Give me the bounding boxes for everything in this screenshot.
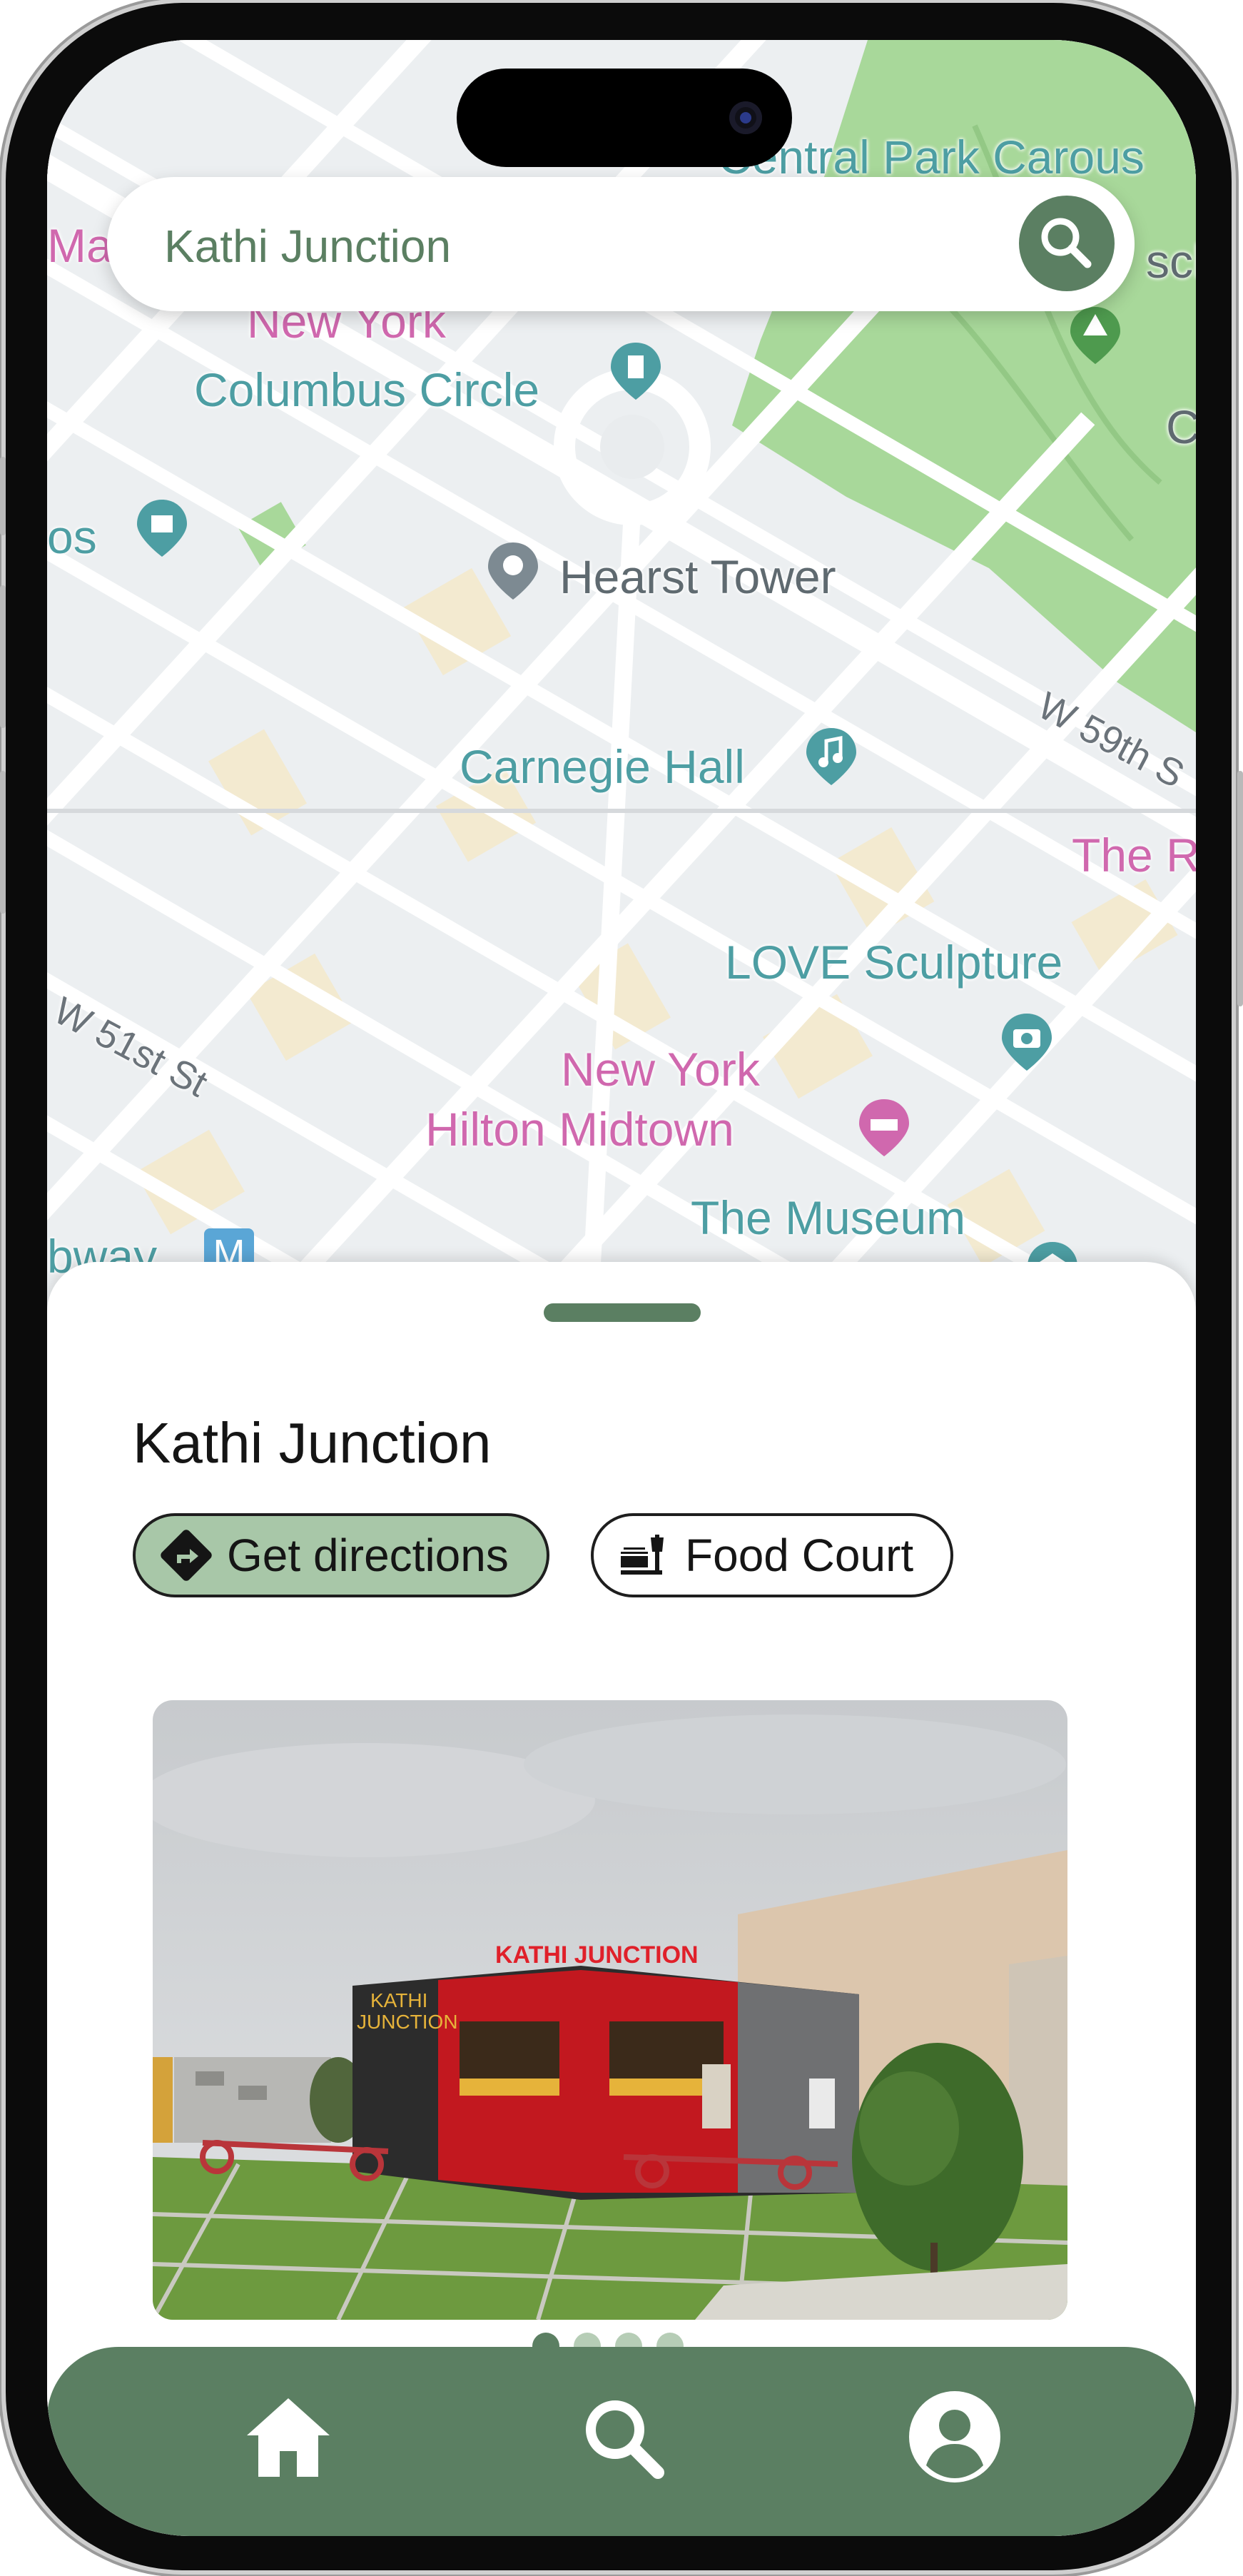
love-sculpture-camera-icon[interactable] (996, 1011, 1057, 1072)
hotel-bed-icon[interactable] (853, 1096, 915, 1158)
profile-icon[interactable] (906, 2388, 1003, 2485)
map-label-columbus-circle: Columbus Circle (194, 363, 540, 416)
dynamic-island (457, 69, 792, 167)
side-button (1237, 771, 1243, 1006)
place-title: Kathi Junction (133, 1411, 492, 1475)
food-court-chip[interactable]: Food Court (591, 1513, 953, 1597)
park-tree-icon[interactable] (1065, 304, 1126, 365)
carnegie-hall-music-icon[interactable] (801, 725, 862, 787)
search-icon (1041, 218, 1092, 268)
place-bottom-sheet[interactable]: Kathi Junction Get directions Food Court (47, 1262, 1196, 2536)
kathi-junction-photo: KATHI JUNCTION KATHI JUNCTION (153, 1700, 1067, 2320)
home-icon[interactable] (240, 2388, 337, 2485)
search-input[interactable]: Kathi Junction (164, 220, 451, 273)
attraction-poi-icon[interactable] (131, 497, 193, 558)
columbus-circle-poi-icon[interactable] (605, 340, 666, 401)
directions-icon (161, 1530, 212, 1581)
get-directions-button[interactable]: Get directions (133, 1513, 549, 1597)
side-button (0, 771, 6, 914)
map-label-c: C (1166, 400, 1196, 453)
food-court-icon (621, 1535, 664, 1575)
map-label-the-r: The R (1072, 829, 1196, 882)
map-label-sch: sch (1146, 235, 1196, 288)
side-button (0, 585, 6, 728)
map-label-os: os (47, 510, 97, 563)
food-court-label: Food Court (685, 1530, 914, 1581)
app-screen: M Central Park Carous Ma New York sch Co… (47, 40, 1196, 2536)
kiosk-top-sign: KATHI JUNCTION (495, 1941, 699, 1969)
map-label-hilton-1: New York (561, 1043, 760, 1096)
map-label-carnegie-hall: Carnegie Hall (460, 740, 745, 793)
place-photo[interactable]: KATHI JUNCTION KATHI JUNCTION (153, 1700, 1067, 2320)
side-button (0, 457, 6, 535)
search-bar[interactable]: Kathi Junction (107, 177, 1135, 311)
bottom-navigation (47, 2347, 1196, 2536)
map-label-hilton-2: Hilton Midtown (425, 1103, 734, 1156)
map-label-hearst-tower: Hearst Tower (559, 550, 836, 603)
map-label-museum: The Museum (691, 1191, 966, 1244)
camera-icon (729, 101, 762, 134)
search-button[interactable] (1019, 196, 1115, 291)
kiosk-side-sign-2: JUNCTION (357, 2011, 458, 2033)
sheet-drag-handle[interactable] (544, 1303, 701, 1322)
map-label-ma: Ma (47, 219, 113, 272)
search-icon[interactable] (574, 2388, 671, 2485)
map-label-love-sculpture: LOVE Sculpture (725, 936, 1063, 989)
kiosk-side-sign-1: KATHI (370, 1989, 427, 2011)
get-directions-label: Get directions (227, 1530, 509, 1581)
hearst-tower-pin-icon[interactable] (482, 540, 544, 601)
